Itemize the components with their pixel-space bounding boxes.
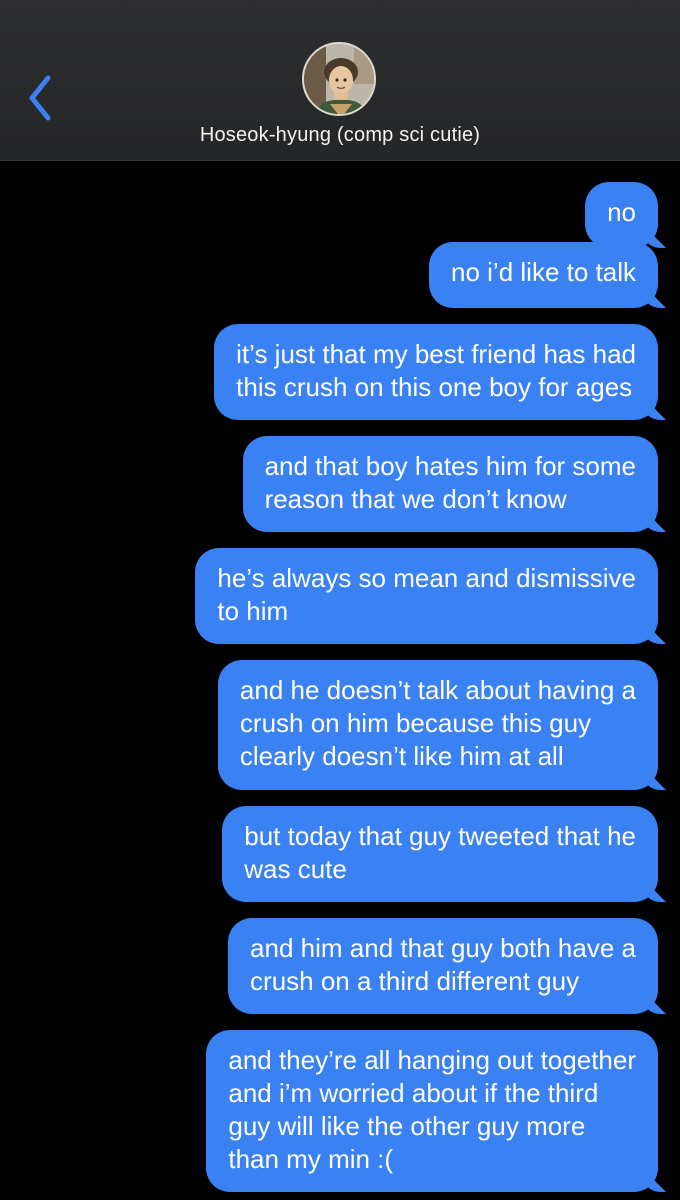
sent-message-bubble[interactable]: and that boy hates him for some reason t… <box>242 436 658 532</box>
back-button[interactable] <box>22 72 62 124</box>
sent-message-bubble[interactable]: it’s just that my best friend has had th… <box>214 324 658 420</box>
sent-message-bubble[interactable]: no <box>585 182 658 248</box>
sent-message-bubble[interactable]: but today that guy tweeted that he was c… <box>222 806 658 902</box>
avatar[interactable] <box>302 42 376 116</box>
sent-message-bubble[interactable]: he’s always so mean and dismissive to hi… <box>195 548 658 644</box>
contact-name[interactable]: Hoseok-hyung (comp sci cutie) <box>0 124 680 147</box>
conversation-header: Hoseok-hyung (comp sci cutie) <box>0 0 680 161</box>
contact-photo <box>304 44 374 114</box>
sent-message-bubble[interactable]: and they’re all hanging out together and… <box>206 1030 658 1192</box>
sent-message-bubble[interactable]: no i’d like to talk <box>429 242 658 308</box>
chevron-left-icon <box>29 75 51 121</box>
message-list: no no i’d like to talk it’s just that my… <box>0 160 680 1200</box>
sent-message-bubble[interactable]: and him and that guy both have a crush o… <box>228 918 658 1014</box>
sent-message-bubble[interactable]: and he doesn’t talk about having a crush… <box>217 660 658 790</box>
